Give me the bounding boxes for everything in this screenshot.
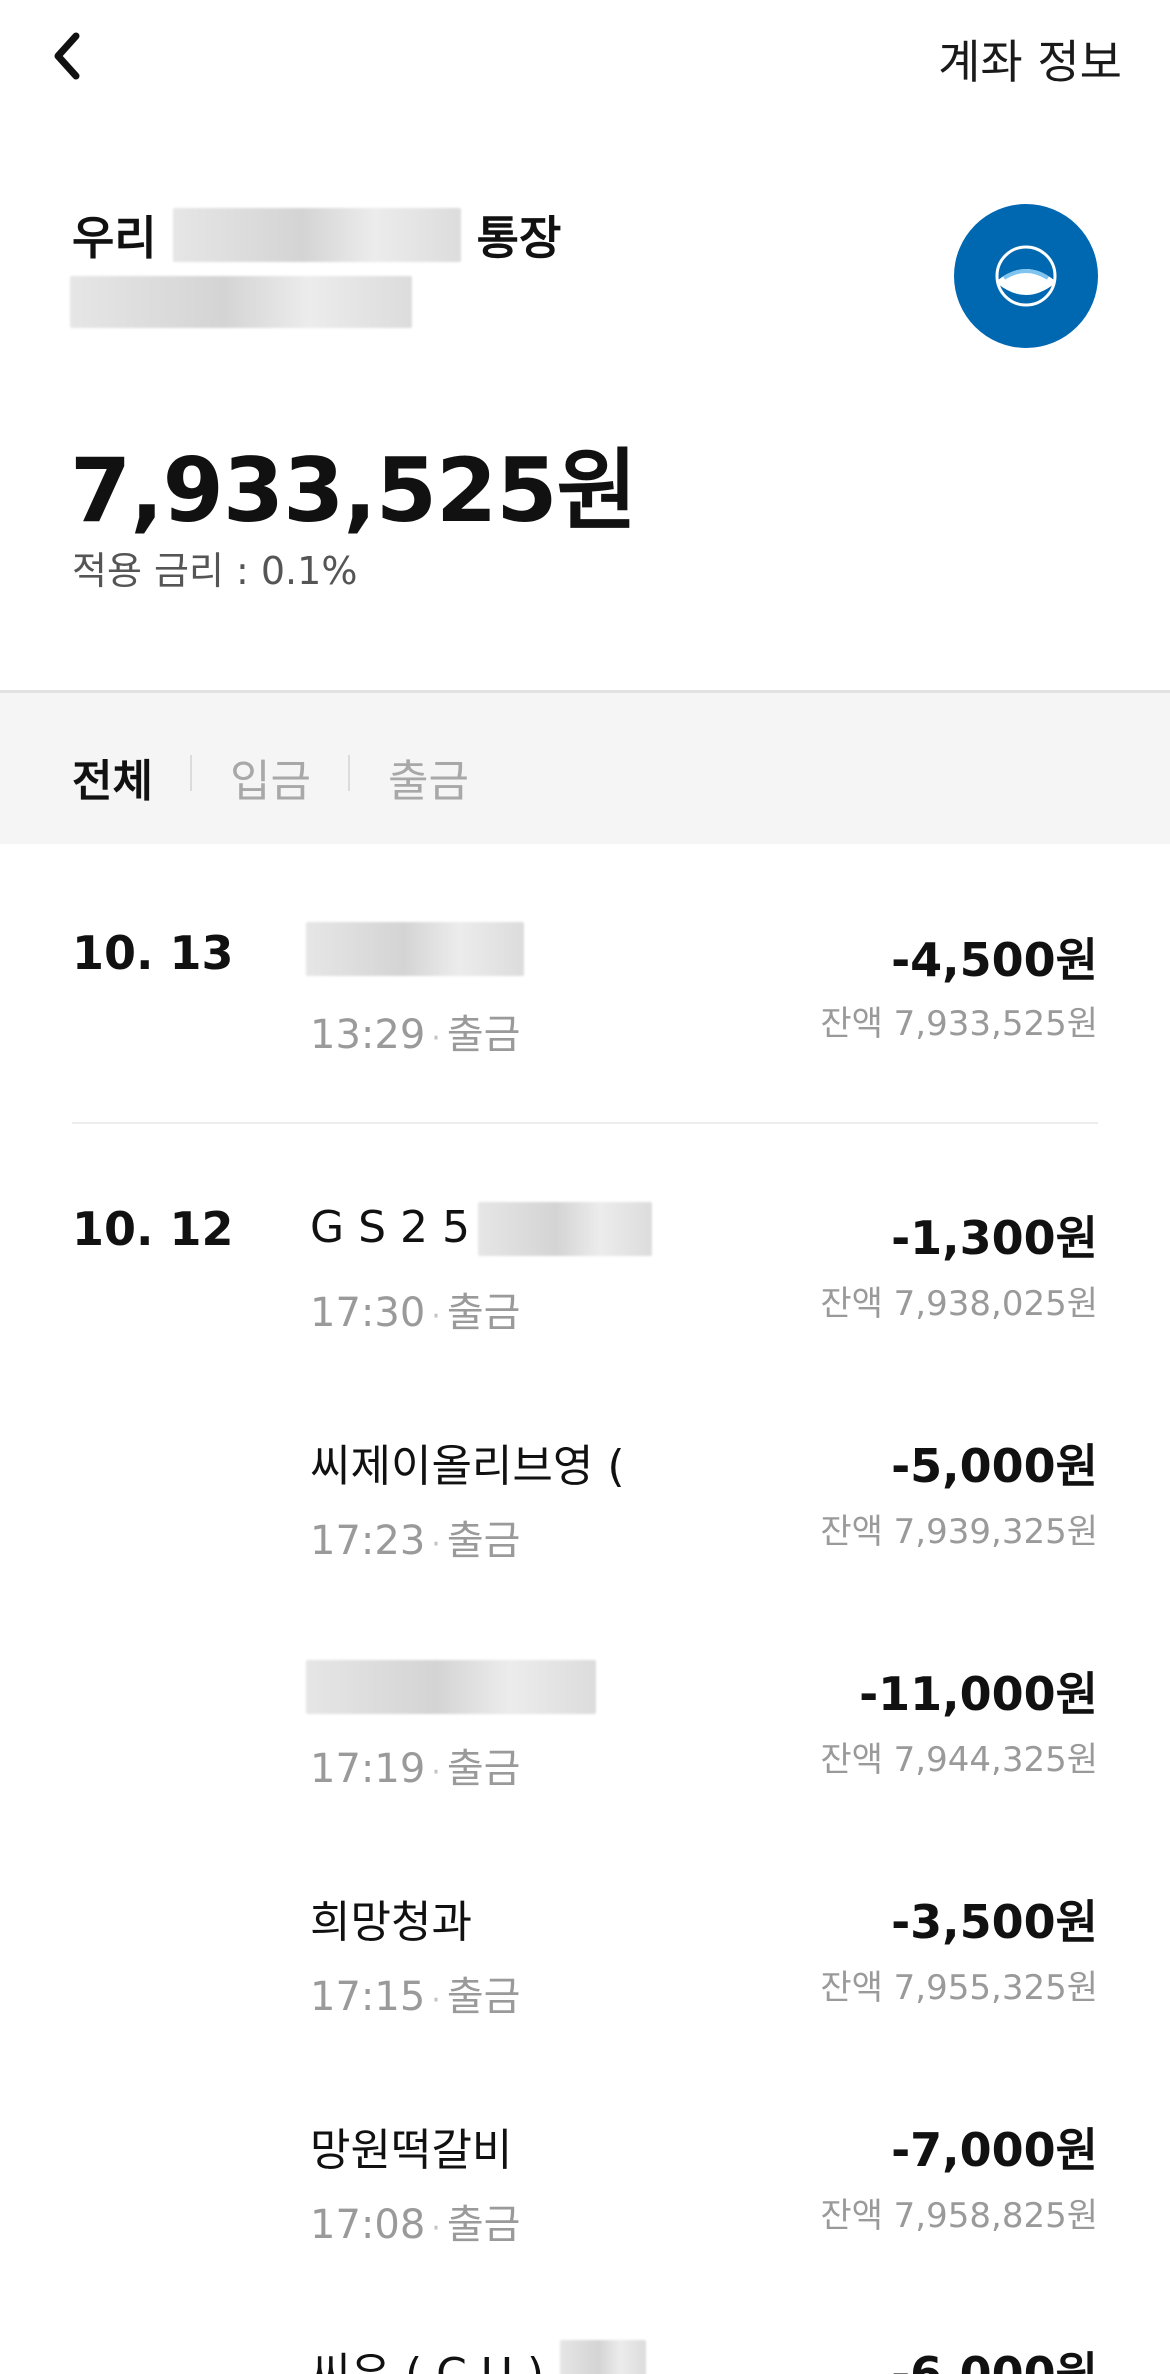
transaction-item[interactable]: 10. 13 13:29 · 출금 -4,500원 잔액 7,933,525원 xyxy=(0,900,1170,1060)
back-button[interactable] xyxy=(46,26,96,86)
transaction-meta: 17:08 · 출금 xyxy=(310,2202,521,2248)
redacted-merchant xyxy=(560,2340,646,2374)
transaction-meta: 17:30 · 출금 xyxy=(310,1290,521,1336)
chevron-left-icon xyxy=(54,32,80,80)
transaction-meta: 17:19 · 출금 xyxy=(310,1746,521,1792)
transaction-balance: 잔액 7,944,325원 xyxy=(820,1740,1098,1780)
transaction-balance: 잔액 7,958,825원 xyxy=(820,2196,1098,2236)
transaction-item[interactable]: 씨제이올리브영 ( 17:23 · 출금 -5,000원 잔액 7,939,325원 xyxy=(0,1408,1170,1568)
transaction-item[interactable]: 10. 12 G S 2 5 17:30 · 출금 -1,300원 잔액 7,938… xyxy=(0,1180,1170,1340)
filter-separator xyxy=(348,755,350,791)
transaction-balance: 잔액 7,955,325원 xyxy=(820,1968,1098,2008)
transaction-balance: 잔액 7,933,525원 xyxy=(820,1004,1098,1044)
redacted-account-name xyxy=(172,208,461,262)
transaction-description: G S 2 5 xyxy=(310,1202,470,1253)
transaction-description: 씨제이올리브영 ( xyxy=(310,1441,625,1492)
transaction-meta: 13:29 · 출금 xyxy=(310,1012,521,1058)
transaction-balance: 잔액 7,939,325원 xyxy=(820,1512,1098,1552)
transaction-item[interactable]: 망원떡갈비 17:08 · 출금 -7,000원 잔액 7,958,825원 xyxy=(0,2092,1170,2252)
interest-rate: 적용 금리 : 0.1% xyxy=(72,549,358,593)
account-name-suffix: 통장 xyxy=(476,211,562,265)
transaction-item[interactable]: 희망청과 17:15 · 출금 -3,500원 잔액 7,955,325원 xyxy=(0,1864,1170,2024)
filter-deposit[interactable]: 입금 xyxy=(230,745,311,809)
transaction-item[interactable]: 씨유 ( C U ) -6,000원 xyxy=(0,2316,1170,2374)
transaction-description: 망원떡갈비 xyxy=(310,2125,513,2176)
woori-logo-icon xyxy=(995,245,1057,307)
transaction-date: 10. 12 xyxy=(72,1202,234,1256)
filter-separator xyxy=(190,755,192,791)
date-divider xyxy=(72,1122,1098,1124)
transaction-amount: -4,500원 xyxy=(891,933,1098,987)
redacted-merchant xyxy=(478,1202,652,1256)
account-info-link[interactable]: 계좌 정보 xyxy=(938,26,1122,92)
transaction-balance: 잔액 7,938,025원 xyxy=(820,1284,1098,1324)
transaction-amount: -3,500원 xyxy=(891,1895,1098,1949)
transaction-amount: -11,000원 xyxy=(859,1667,1098,1721)
transaction-amount: -5,000원 xyxy=(891,1439,1098,1493)
transaction-amount: -1,300원 xyxy=(891,1211,1098,1265)
account-name-prefix: 우리 xyxy=(72,211,157,265)
transaction-item[interactable]: 17:19 · 출금 -11,000원 잔액 7,944,325원 xyxy=(0,1636,1170,1796)
account-name: 우리 통장 xyxy=(72,202,561,268)
transaction-date: 10. 13 xyxy=(72,926,234,980)
filter-all[interactable]: 전체 xyxy=(72,745,153,809)
filter-bar: 전체 입금 출금 xyxy=(0,690,1170,844)
transaction-meta: 17:15 · 출금 xyxy=(310,1974,521,2020)
bank-logo xyxy=(954,204,1098,348)
redacted-merchant xyxy=(306,1660,596,1714)
filter-withdrawal[interactable]: 출금 xyxy=(388,745,469,809)
account-balance: 7,933,525원 xyxy=(70,439,637,542)
transaction-meta: 17:23 · 출금 xyxy=(310,1518,521,1564)
transaction-amount: -6,000원 xyxy=(891,2347,1098,2374)
transaction-description: 씨유 ( C U ) xyxy=(310,2338,544,2374)
redacted-account-number xyxy=(70,276,412,328)
transaction-amount: -7,000원 xyxy=(891,2123,1098,2177)
transaction-description: 희망청과 xyxy=(310,1897,472,1948)
redacted-merchant xyxy=(306,922,524,976)
